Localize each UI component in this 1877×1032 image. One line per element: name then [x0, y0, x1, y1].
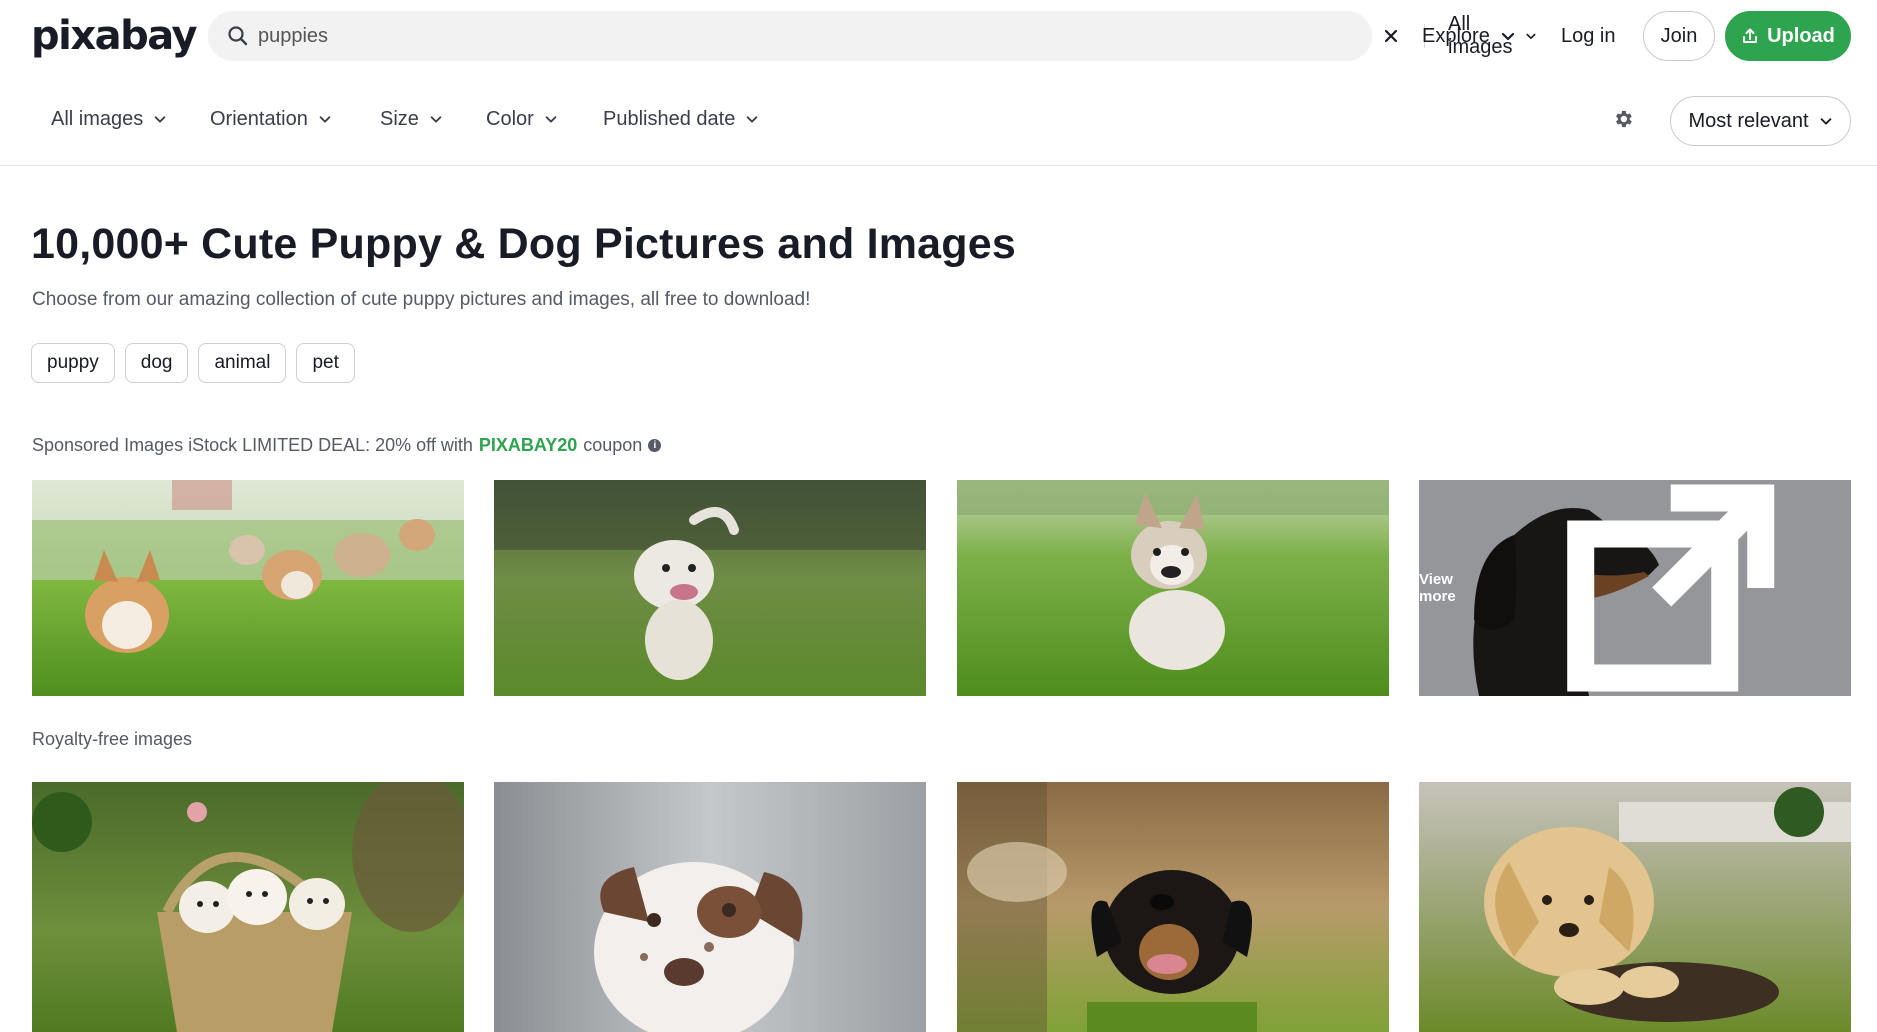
sponsored-image-corgi-puppies[interactable] — [32, 480, 464, 696]
tag-puppy[interactable]: puppy — [31, 343, 115, 383]
view-more-overlay[interactable]: View more — [1419, 480, 1851, 696]
royalty-free-heading: Royalty-free images — [32, 729, 193, 749]
tag-dog[interactable]: dog — [124, 343, 189, 383]
filter-label: Published date — [603, 107, 736, 130]
sponsored-image-labrador-puppy[interactable] — [494, 480, 926, 696]
join-button[interactable]: Join — [1643, 11, 1715, 61]
filter-label: Color — [486, 107, 534, 130]
corgi-running-photo — [957, 480, 1389, 696]
page-title: 10,000+ Cute Puppy & Dog Pictures and Im… — [31, 220, 1016, 268]
external-link-icon — [1566, 484, 1774, 692]
image-puppies-in-basket[interactable] — [32, 782, 464, 1032]
golden-puppy-photo — [1419, 782, 1851, 1032]
puppies-in-basket-photo — [32, 782, 464, 1032]
filter-color[interactable]: Color — [486, 96, 558, 142]
page-subtitle: Choose from our amazing collection of cu… — [32, 289, 811, 310]
spotted-puppy-photo — [494, 782, 926, 1032]
sponsored-suffix: coupon — [583, 435, 643, 455]
sponsored-image-corgi-running[interactable] — [957, 480, 1389, 696]
close-icon — [1384, 29, 1398, 43]
corgi-puppies-photo — [32, 480, 464, 696]
sponsored-image-dachshund[interactable]: View more — [1419, 480, 1851, 696]
explore-menu[interactable]: Explore — [1422, 11, 1516, 61]
chevron-down-icon — [430, 116, 442, 123]
labrador-puppy-photo — [494, 480, 926, 696]
chevron-down-icon — [1820, 118, 1831, 125]
top-navigation: pixabay All images Explore Log in — [0, 0, 1877, 72]
image-spotted-puppy-snow[interactable] — [494, 782, 926, 1032]
login-link[interactable]: Log in — [1561, 11, 1616, 61]
gear-icon[interactable] — [1612, 108, 1634, 130]
filter-published-date[interactable]: Published date — [603, 96, 759, 142]
image-golden-puppy-digging[interactable] — [1419, 782, 1851, 1032]
upload-icon — [1743, 28, 1758, 43]
sort-label: Most relevant — [1688, 109, 1809, 132]
filter-label: Orientation — [210, 107, 308, 130]
join-label: Join — [1660, 24, 1698, 47]
chevron-down-icon — [1501, 32, 1514, 41]
tag-animal[interactable]: animal — [198, 343, 287, 383]
info-icon[interactable]: i — [648, 439, 662, 452]
filter-label: All images — [51, 107, 144, 130]
sort-dropdown[interactable]: Most relevant — [1670, 96, 1851, 146]
image-black-tan-puppy[interactable] — [957, 782, 1389, 1032]
sponsored-text: Sponsored Images iStock LIMITED DEAL: 20… — [32, 435, 473, 455]
black-tan-puppy-photo — [957, 782, 1389, 1032]
related-tags: puppy dog animal pet — [31, 343, 355, 383]
chevron-down-icon — [1525, 33, 1536, 40]
chevron-down-icon — [154, 116, 166, 123]
search-bar: All images — [208, 11, 1536, 61]
chevron-down-icon — [545, 116, 557, 123]
tag-pet[interactable]: pet — [296, 343, 355, 383]
pixabay-logo[interactable]: pixabay — [31, 13, 198, 59]
upload-label: Upload — [1767, 24, 1835, 47]
filter-all-images[interactable]: All images — [51, 96, 167, 142]
chevron-down-icon — [319, 116, 331, 123]
search-input[interactable] — [258, 19, 1258, 53]
explore-label: Explore — [1422, 24, 1490, 47]
filter-orientation[interactable]: Orientation — [210, 96, 332, 142]
search-icon — [228, 26, 248, 46]
clear-search-button[interactable] — [1378, 23, 1404, 49]
filter-bar: All images Orientation Size Color Publis… — [0, 72, 1877, 166]
upload-button[interactable]: Upload — [1725, 11, 1851, 61]
chevron-down-icon — [746, 116, 758, 123]
sponsored-banner: Sponsored Images iStock LIMITED DEAL: 20… — [32, 435, 662, 456]
filter-label: Size — [380, 107, 419, 130]
filter-size[interactable]: Size — [380, 96, 443, 142]
login-label: Log in — [1561, 24, 1616, 47]
coupon-code: PIXABAY20 — [478, 435, 578, 455]
view-more-label: View more — [1419, 571, 1456, 605]
